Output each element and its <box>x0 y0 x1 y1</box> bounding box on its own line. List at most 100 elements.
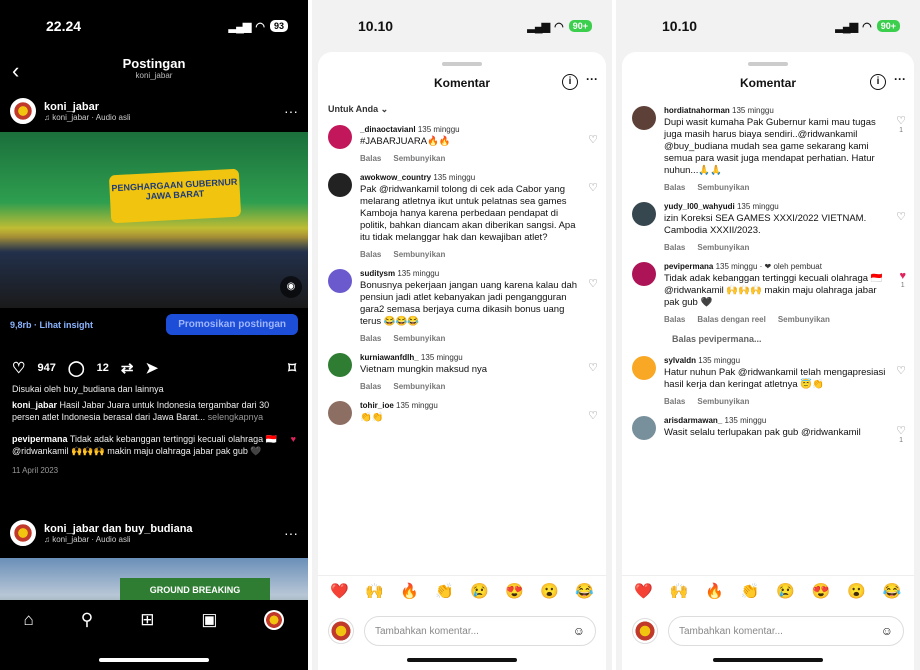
emoji-raised-hands-button[interactable]: 🙌 <box>365 582 384 600</box>
emoji-heart-eyes-button[interactable]: 😍 <box>812 582 831 600</box>
emoji-heart-eyes-button[interactable]: 😍 <box>505 582 524 600</box>
hide-button[interactable]: Sembunyikan <box>778 315 830 324</box>
emoji-heart-button[interactable]: ❤️ <box>330 582 349 600</box>
comment-user[interactable]: pevipermana <box>12 434 68 444</box>
back-arrow-icon[interactable]: ‹ <box>12 58 19 84</box>
liked-by[interactable]: Disukai oleh buy_budiana dan lainnya <box>0 381 308 397</box>
hide-button[interactable]: Sembunyikan <box>697 243 749 252</box>
comment-user[interactable]: sylvaldn <box>664 356 696 365</box>
post-image[interactable]: PENGHARGAAN GUBERNUR JAWA BARAT ◉ <box>0 132 308 308</box>
repost-icon[interactable]: ⇄ <box>121 359 134 377</box>
post-author[interactable]: koni_jabar ♫ koni_jabar · Audio asli ··· <box>0 90 308 132</box>
comment-input[interactable]: Tambahkan komentar... ☺ <box>364 616 596 646</box>
emoji-laugh-button[interactable]: 😂 <box>883 582 902 600</box>
avatar[interactable] <box>328 173 352 197</box>
heart-icon[interactable]: ♡ <box>588 277 598 290</box>
gif-sticker-icon[interactable]: ☺ <box>573 624 585 638</box>
more-options-icon[interactable]: ··· <box>894 72 906 86</box>
heart-icon[interactable]: ♥ 1 <box>899 270 906 289</box>
create-icon[interactable]: ⊞ <box>140 610 154 630</box>
emoji-raised-hands-button[interactable]: 🙌 <box>670 582 689 600</box>
hide-button[interactable]: Sembunyikan <box>393 250 445 259</box>
hide-button[interactable]: Sembunyikan <box>393 334 445 343</box>
reply-button[interactable]: Balas <box>664 183 685 192</box>
more-options-icon[interactable]: ··· <box>284 103 298 119</box>
info-icon[interactable]: i <box>562 74 578 90</box>
profile-icon[interactable] <box>264 610 285 630</box>
next-post-author[interactable]: koni_jabar dan buy_budiana ♫ koni_jabar … <box>0 512 308 554</box>
comment-icon[interactable]: ◯ <box>68 359 85 377</box>
like-icon[interactable]: ♡ <box>12 359 25 377</box>
emoji-wow-button[interactable]: 😮 <box>847 582 866 600</box>
comment-user[interactable]: awokwow_country <box>360 173 431 182</box>
comment-user[interactable]: suditysm <box>360 269 395 278</box>
comment-filter[interactable]: Untuk Anda ⌄ <box>318 100 606 119</box>
emoji-clap-button[interactable]: 👏 <box>435 582 454 600</box>
reply-suggestion[interactable]: Balas pevipermana... <box>622 328 914 350</box>
emoji-clap-button[interactable]: 👏 <box>741 582 760 600</box>
promote-button[interactable]: Promosikan postingan <box>166 314 298 335</box>
reply-button[interactable]: Balas <box>360 250 381 259</box>
hide-button[interactable]: Sembunyikan <box>697 183 749 192</box>
comment-user[interactable]: pevipermana <box>664 262 713 271</box>
avatar[interactable] <box>10 98 36 124</box>
audio-label[interactable]: ♫ koni_jabar · Audio asli <box>44 113 131 122</box>
see-more-link[interactable]: selengkapnya <box>208 412 264 422</box>
gif-sticker-icon[interactable]: ☺ <box>881 624 893 638</box>
heart-icon[interactable]: ♡ 1 <box>896 114 906 134</box>
hide-button[interactable]: Sembunyikan <box>393 382 445 391</box>
heart-icon[interactable]: ♡ <box>588 181 598 194</box>
reels-icon[interactable]: ▣ <box>201 610 217 630</box>
avatar[interactable] <box>328 353 352 377</box>
more-options-icon[interactable]: ··· <box>586 72 598 86</box>
avatar[interactable] <box>632 416 656 440</box>
emoji-fire-button[interactable]: 🔥 <box>400 582 419 600</box>
heart-icon[interactable]: ♡ <box>588 133 598 146</box>
more-options-icon[interactable]: ··· <box>284 525 298 541</box>
heart-icon[interactable]: ♡ <box>588 409 598 422</box>
avatar[interactable] <box>328 125 352 149</box>
avatar[interactable] <box>632 106 656 130</box>
caption-user[interactable]: koni_jabar <box>12 400 57 410</box>
search-icon[interactable]: ⚲ <box>81 610 93 630</box>
emoji-cry-button[interactable]: 😢 <box>776 582 795 600</box>
avatar[interactable] <box>10 520 36 546</box>
comment-user[interactable]: tohir_ioe <box>360 401 394 410</box>
home-icon[interactable]: ⌂ <box>23 610 33 630</box>
bookmark-icon[interactable]: ⌑ <box>288 359 296 377</box>
reply-button[interactable]: Balas <box>360 154 381 163</box>
comment-user[interactable]: hordiatnahorman <box>664 106 730 115</box>
heart-icon[interactable]: ♡ <box>896 364 906 377</box>
hide-button[interactable]: Sembunyikan <box>697 397 749 406</box>
emoji-wow-button[interactable]: 😮 <box>540 582 559 600</box>
comment-user[interactable]: arisdarmawan_ <box>664 416 722 425</box>
reply-with-reel-button[interactable]: Balas dengan reel <box>697 315 765 324</box>
heart-icon[interactable]: ♡ <box>896 210 906 223</box>
heart-icon[interactable]: ♡ <box>588 361 598 374</box>
comment-input[interactable]: Tambahkan komentar... ☺ <box>668 616 904 646</box>
author-name[interactable]: koni_jabar <box>44 101 131 113</box>
emoji-laugh-button[interactable]: 😂 <box>575 582 594 600</box>
avatar[interactable] <box>328 269 352 293</box>
reply-button[interactable]: Balas <box>360 382 381 391</box>
comment-user[interactable]: _dinaoctavianl <box>360 125 416 134</box>
avatar[interactable] <box>632 262 656 286</box>
avatar[interactable] <box>632 356 656 380</box>
emoji-fire-button[interactable]: 🔥 <box>705 582 724 600</box>
emoji-heart-button[interactable]: ❤️ <box>634 582 653 600</box>
reply-button[interactable]: Balas <box>664 315 685 324</box>
avatar[interactable] <box>328 401 352 425</box>
audio-label[interactable]: ♫ koni_jabar · Audio asli <box>44 535 193 544</box>
avatar[interactable] <box>632 202 656 226</box>
reply-button[interactable]: Balas <box>664 397 685 406</box>
info-icon[interactable]: i <box>870 74 886 90</box>
reply-button[interactable]: Balas <box>664 243 685 252</box>
comment-user[interactable]: yudy_l00_wahyudi <box>664 202 735 211</box>
hide-button[interactable]: Sembunyikan <box>393 154 445 163</box>
view-insights-link[interactable]: 9,8rb · Lihat insight <box>10 320 93 330</box>
reply-button[interactable]: Balas <box>360 334 381 343</box>
emoji-cry-button[interactable]: 😢 <box>470 582 489 600</box>
heart-icon[interactable]: ♥ <box>291 433 296 445</box>
people-tag-icon[interactable]: ◉ <box>280 276 302 298</box>
comment-user[interactable]: kurniawanfdlh_ <box>360 353 419 362</box>
